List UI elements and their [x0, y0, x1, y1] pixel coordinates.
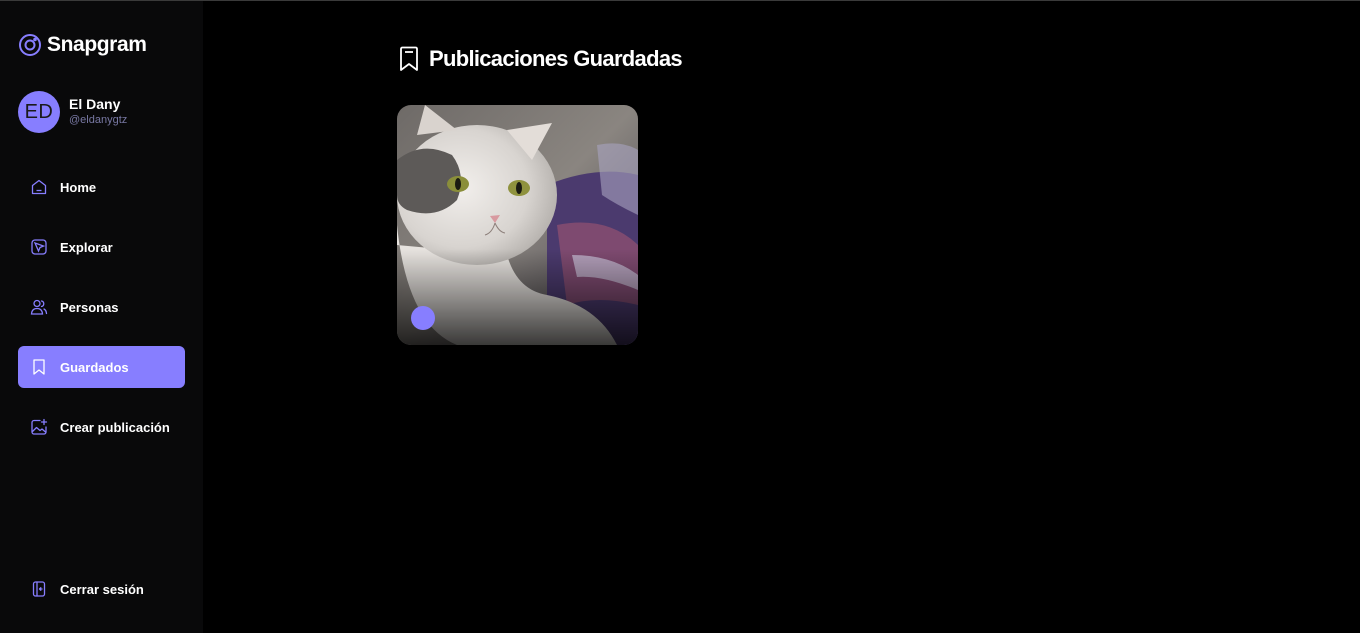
app-logo[interactable]: Snapgram: [18, 33, 147, 57]
profile-name: El Dany: [69, 96, 121, 112]
avatar: ED: [18, 91, 60, 133]
sidebar-item-guardados[interactable]: Guardados: [18, 346, 185, 388]
sidebar-item-home[interactable]: Home: [18, 166, 185, 208]
logout-button[interactable]: Cerrar sesión: [18, 568, 185, 610]
page-title: Publicaciones Guardadas: [429, 46, 683, 71]
profile-link[interactable]: ED El Dany @eldanygtz: [18, 91, 127, 133]
sidebar: Snapgram ED El Dany @eldanygtz Home Expl…: [0, 1, 203, 633]
sidebar-item-label: Home: [60, 179, 97, 195]
logout-icon: [30, 580, 48, 598]
logout-label: Cerrar sesión: [60, 581, 144, 597]
snapgram-logo-icon: [19, 34, 41, 56]
post-creator-avatar[interactable]: [411, 306, 435, 330]
saved-post-card[interactable]: [397, 105, 638, 345]
bookmark-icon: [30, 358, 48, 376]
explore-icon: [30, 238, 48, 256]
sidebar-item-label: Personas: [60, 299, 119, 315]
people-icon: [30, 298, 48, 316]
page-header: Publicaciones Guardadas: [397, 46, 683, 72]
sidebar-item-label: Crear publicación: [60, 419, 170, 435]
sidebar-item-crear-publicacion[interactable]: Crear publicación: [18, 406, 185, 448]
sidebar-item-personas[interactable]: Personas: [18, 286, 185, 328]
profile-handle: @eldanygtz: [69, 114, 128, 126]
top-border: [0, 0, 1360, 1]
bookmark-icon: [400, 46, 418, 71]
home-icon: [30, 178, 48, 196]
sidebar-item-label: Explorar: [60, 239, 113, 255]
cat-photo: [397, 105, 638, 345]
sidebar-item-explorar[interactable]: Explorar: [18, 226, 185, 268]
sidebar-nav: Home Explorar Personas Guardados Crear p…: [18, 166, 185, 466]
app-name: Snapgram: [47, 33, 147, 56]
sidebar-item-label: Guardados: [60, 359, 129, 375]
create-post-icon: [30, 418, 48, 436]
